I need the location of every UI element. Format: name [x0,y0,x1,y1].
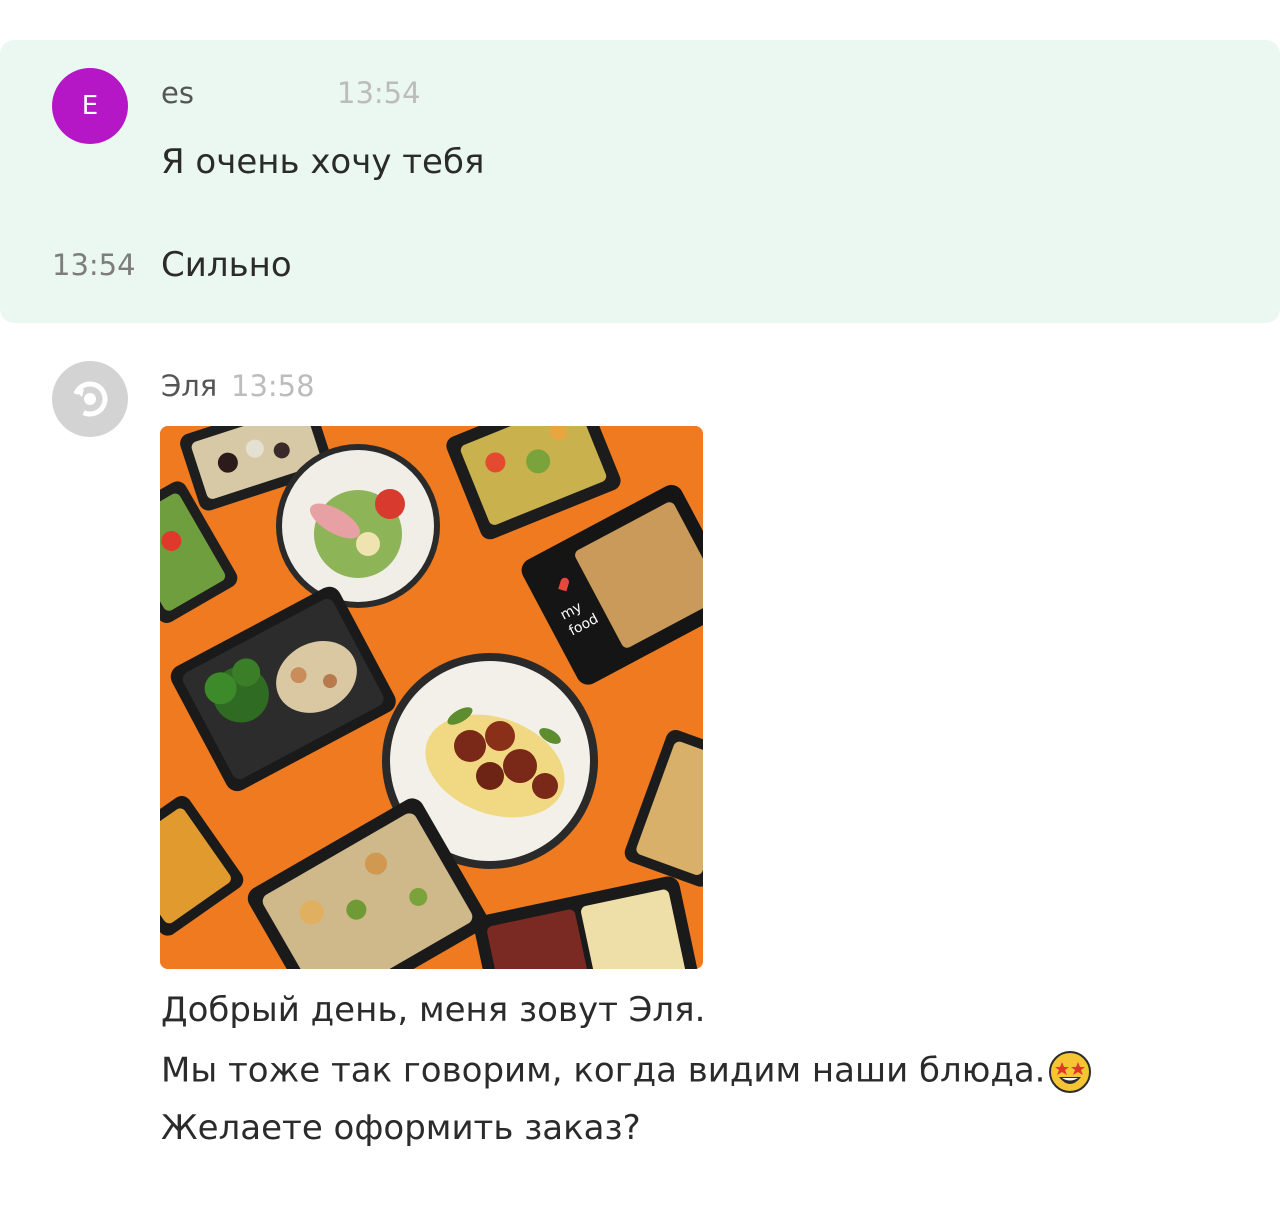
avatar-es[interactable]: E [52,68,128,144]
message-text: Сильно [161,245,292,285]
message-text: Добрый день, меня зовут Эля. [161,990,706,1030]
message-time: 13:54 [52,248,136,282]
avatar-letter: E [81,91,99,121]
refresh-logo-icon [72,381,108,417]
star-struck-emoji-icon [1049,1051,1092,1093]
message-text: Желаете оформить заказ? [161,1108,641,1148]
message-text: Мы тоже так говорим, когда видим наши бл… [161,1050,1046,1091]
message-text-line: Мы тоже так говорим, когда видим наши бл… [161,1049,1093,1095]
sender-name[interactable]: es [161,76,194,110]
sender-name[interactable]: Эля [161,369,217,403]
message-time: 13:58 [231,369,315,403]
message-text: Я очень хочу тебя [161,142,485,182]
message-time: 13:54 [337,76,421,110]
avatar-elya[interactable] [52,361,128,437]
food-photo[interactable]: my food [160,426,703,969]
